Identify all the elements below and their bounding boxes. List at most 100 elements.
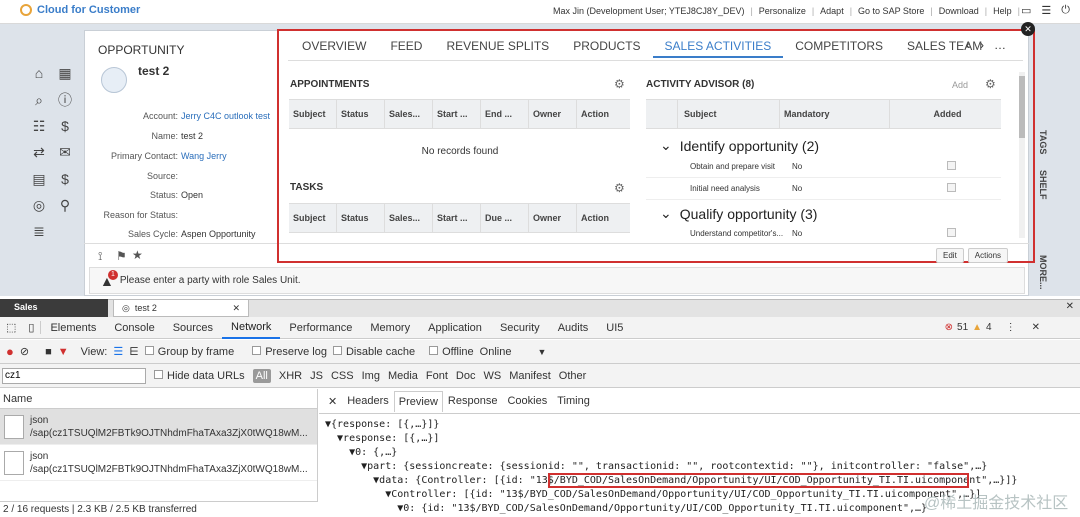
brand-logo[interactable]: Cloud for Customer [20, 4, 140, 16]
warning-icon[interactable]: ▲ 1 [100, 269, 118, 289]
panel-memory[interactable]: Memory [361, 322, 419, 334]
kebab-menu-icon[interactable]: ⋮ [1006, 322, 1016, 333]
close-icon[interactable]: ✕ [323, 395, 342, 408]
panel-audits[interactable]: Audits [549, 322, 598, 334]
close-icon[interactable]: ✕ [1032, 322, 1040, 333]
clear-icon[interactable]: ⊘ [20, 345, 29, 358]
star-icon[interactable]: ★ [132, 248, 143, 262]
json-line[interactable]: ▼part: {sessioncreate: {sessionid: "", t… [325, 460, 1074, 474]
alert-icon[interactable]: ⓘ [55, 90, 75, 110]
type-css[interactable]: CSS [331, 370, 354, 382]
panel-security[interactable]: Security [491, 322, 549, 334]
type-doc[interactable]: Doc [456, 370, 476, 382]
filter-icon[interactable]: ▼ [58, 346, 69, 358]
offline-toggle[interactable]: Offline [429, 345, 474, 358]
name-column-header[interactable]: Name [0, 389, 317, 409]
chevron-down-icon[interactable]: ▼ [537, 347, 546, 357]
panel-application[interactable]: Application [419, 322, 491, 334]
table-row[interactable]: json/sap(cz1TSUQlM2FBTk9OJTNhdmFhaTAxa3Z… [0, 445, 317, 481]
request-list: Name json/sap(cz1TSUQlM2FBTk9OJTNhdmFhaT… [0, 389, 318, 517]
highlight-box [548, 473, 969, 488]
group-by-frame[interactable]: Group by frame [144, 345, 234, 358]
panel-elements[interactable]: Elements [41, 322, 105, 334]
record-icon[interactable]: ● [6, 344, 14, 359]
type-media[interactable]: Media [388, 370, 418, 382]
home-icon[interactable]: ⌂ [29, 63, 49, 83]
tab-timing[interactable]: Timing [552, 395, 595, 407]
panel-performance[interactable]: Performance [280, 322, 361, 334]
field-value[interactable]: Jerry C4C outlook test [181, 111, 270, 121]
window-icon[interactable]: ▭ [1021, 4, 1031, 17]
hide-data-urls[interactable]: Hide data URLs [154, 369, 245, 382]
edit-button[interactable]: Edit [936, 248, 964, 263]
field-name: Name: test 2 [90, 131, 280, 141]
view-label: View: [80, 345, 108, 358]
feed-icon[interactable]: ⟟ [98, 249, 102, 264]
globe-icon[interactable]: ◎ [29, 195, 49, 215]
calendar-icon[interactable]: ▦ [55, 64, 75, 84]
json-line[interactable]: ▼response: [{,…}] [325, 432, 1074, 446]
actions-button[interactable]: Actions [967, 248, 1009, 263]
field-primary-contact: Primary Contact: Wang Jerry [90, 151, 280, 161]
type-font[interactable]: Font [426, 370, 448, 382]
panel-network[interactable]: Network [222, 317, 281, 339]
chat-icon[interactable]: ✉ [55, 143, 75, 163]
adapt-link[interactable]: Adapt [820, 6, 844, 16]
close-icon[interactable]: ✕ [1021, 22, 1035, 36]
device-icon[interactable]: ▯ [22, 321, 42, 334]
inspect-icon[interactable]: ⬚ [0, 321, 22, 334]
network-toolbar: ● ⊘ ■ ▼ View: ☰ ⋿ Group by frame Preserv… [0, 340, 1080, 364]
document-icon[interactable]: ▤ [29, 169, 49, 189]
search-icon[interactable]: ⌕ [29, 90, 49, 110]
close-icon[interactable]: ✕ [1066, 301, 1074, 312]
people-icon[interactable]: ☷ [29, 117, 49, 137]
type-xhr[interactable]: XHR [279, 370, 302, 382]
json-line[interactable]: ▼{response: [{,…}]} [325, 418, 1074, 432]
sales-icon[interactable]: ⇄ [29, 143, 49, 163]
filter-input[interactable] [2, 367, 146, 384]
json-line[interactable]: ▼0: {,…} [325, 446, 1074, 460]
help-link[interactable]: Help [993, 6, 1012, 16]
power-icon[interactable]: ⏻ [1061, 4, 1070, 17]
window-tab[interactable]: Sales [0, 299, 108, 317]
type-js[interactable]: JS [310, 370, 323, 382]
large-rows-icon[interactable]: ☰ [113, 345, 123, 358]
shelf-label[interactable]: SHELF [1038, 170, 1048, 200]
personalize-link[interactable]: Personalize [759, 6, 806, 16]
invoice-icon[interactable]: $ [55, 169, 75, 189]
field-value[interactable]: Wang Jerry [181, 151, 227, 161]
list-icon[interactable]: ≣ [29, 221, 49, 241]
type-ws[interactable]: WS [483, 370, 501, 382]
flag-icon[interactable]: ⚑ [116, 249, 127, 263]
type-manifest[interactable]: Manifest [509, 370, 551, 382]
type-all[interactable]: All [252, 368, 271, 383]
type-img[interactable]: Img [362, 370, 380, 382]
table-row[interactable]: json/sap(cz1TSUQlM2FBTk9OJTNhdmFhaTAxa3Z… [0, 409, 317, 445]
field-sales-cycle: Sales Cycle: Aspen Opportunity [90, 229, 280, 239]
tab-preview[interactable]: Preview [393, 390, 443, 412]
tab-response[interactable]: Response [443, 395, 503, 407]
map-icon[interactable]: ⚲ [55, 195, 75, 215]
download-link[interactable]: Download [939, 6, 979, 16]
disable-cache[interactable]: Disable cache [332, 345, 415, 358]
panel-console[interactable]: Console [105, 322, 163, 334]
money-icon[interactable]: $ [55, 116, 75, 136]
tab-headers[interactable]: Headers [342, 395, 394, 407]
menu-icon[interactable]: ☰ [1041, 4, 1051, 17]
panel-sources[interactable]: Sources [164, 322, 222, 334]
preserve-log[interactable]: Preserve log [252, 345, 327, 358]
tags-label[interactable]: TAGS [1038, 130, 1048, 154]
close-icon[interactable]: ✕ [232, 303, 240, 313]
camera-icon[interactable]: ■ [45, 346, 52, 358]
user-info[interactable]: Max Jin (Development User; YTEJ8CJ8Y_DEV… [553, 6, 744, 16]
more-label[interactable]: MORE... [1038, 255, 1048, 290]
opportunity-avatar [101, 67, 127, 93]
tab-cookies[interactable]: Cookies [502, 395, 552, 407]
throttling-select[interactable]: Online [480, 346, 512, 358]
error-counts[interactable]: ⊗ 51 ▲ 4 ⋮ ✕ [945, 322, 1040, 333]
sap-store-link[interactable]: Go to SAP Store [858, 6, 924, 16]
type-other[interactable]: Other [559, 370, 587, 382]
page-tab[interactable]: ◎ test 2 ✕ [113, 299, 249, 317]
panel-ui5[interactable]: UI5 [597, 322, 632, 334]
waterfall-icon[interactable]: ⋿ [129, 345, 139, 358]
